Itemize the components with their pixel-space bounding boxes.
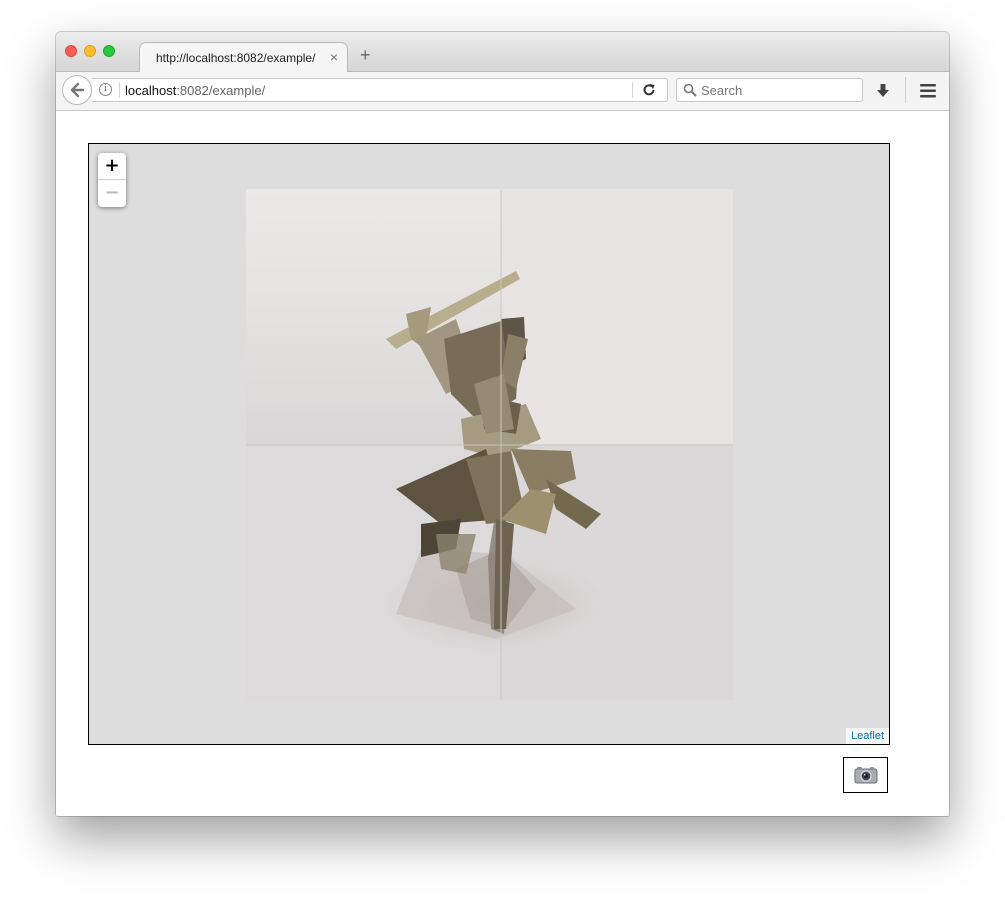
url-host: localhost [125, 83, 177, 98]
map-tile-top-right [501, 189, 733, 445]
map-tiles[interactable] [246, 189, 733, 700]
back-arrow-icon [70, 82, 85, 98]
zoom-window-button[interactable] [103, 45, 115, 57]
page-content: + − Leaflet [56, 111, 949, 816]
minimize-window-button[interactable] [84, 45, 96, 57]
zoom-in-button[interactable]: + [98, 153, 126, 180]
url-separator [119, 82, 120, 98]
reload-separator [632, 82, 633, 98]
new-tab-icon[interactable]: + [360, 46, 371, 64]
zoom-out-button[interactable]: − [98, 180, 126, 206]
leaflet-attribution-link[interactable]: Leaflet [851, 730, 884, 742]
zoom-control: + − [98, 153, 126, 207]
back-button[interactable] [62, 75, 92, 105]
tab-close-icon[interactable]: × [330, 49, 338, 65]
close-window-button[interactable] [65, 45, 77, 57]
map-attribution: Leaflet [845, 728, 889, 744]
url-path: :8082/example/ [176, 83, 266, 98]
tab-title: http://localhost:8082/example/ [156, 51, 316, 65]
screenshot-button[interactable] [843, 757, 888, 793]
search-icon [683, 83, 697, 97]
toolbar-separator [905, 77, 906, 103]
search-bar [676, 78, 863, 102]
title-bar: http://localhost:8082/example/ × + [56, 32, 949, 72]
map-tile-top-left [246, 189, 501, 445]
url-text[interactable]: localhost:8082/example/ [125, 83, 265, 98]
leaflet-map[interactable]: + − Leaflet [88, 143, 890, 745]
browser-window: http://localhost:8082/example/ × + i loc… [56, 32, 949, 816]
camera-icon [854, 767, 878, 784]
url-bar[interactable]: i localhost:8082/example/ [92, 78, 668, 102]
download-icon[interactable] [876, 83, 890, 99]
navigation-bar: i localhost:8082/example/ [56, 72, 949, 111]
hamburger-menu-icon[interactable] [920, 84, 936, 98]
info-icon[interactable]: i [99, 83, 112, 96]
reload-icon[interactable] [642, 83, 656, 97]
search-input[interactable] [701, 81, 856, 99]
browser-tab[interactable]: http://localhost:8082/example/ × [139, 42, 348, 72]
